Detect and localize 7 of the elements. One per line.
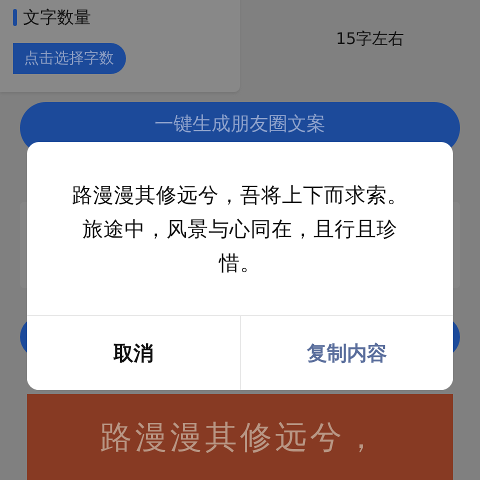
- section-title: 文字数量: [23, 7, 91, 29]
- preview-text: 路漫漫其修远兮，: [100, 417, 380, 458]
- select-count-button[interactable]: 点击选择字数: [13, 43, 126, 74]
- word-count-value: 15字左右: [336, 29, 404, 50]
- dialog-message: 路漫漫其修远兮，吾将上下而求索。旅途中，风景与心同在，且行且珍惜。: [72, 182, 408, 276]
- copy-button[interactable]: 复制内容: [240, 316, 453, 390]
- title-marker: [13, 9, 17, 26]
